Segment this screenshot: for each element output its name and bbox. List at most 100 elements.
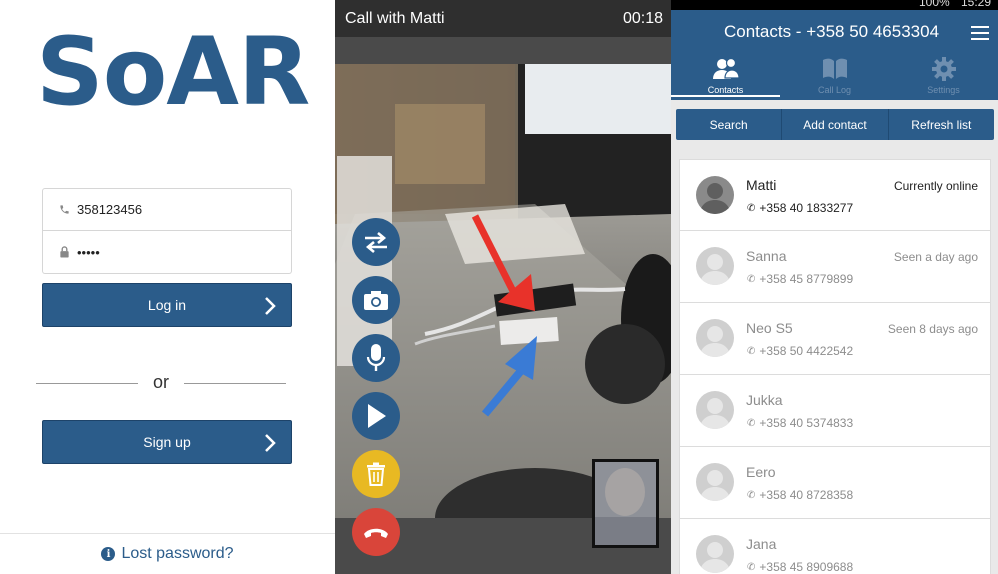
phone-number: +358 40 1833277: [759, 201, 854, 215]
tab-call-log[interactable]: Call Log: [780, 54, 889, 100]
call-screen: Call with Matti 00:18: [335, 0, 671, 574]
contact-phone: ✆ +358 50 4422542: [747, 344, 853, 358]
contacts-screen: 100% 15:29 Contacts - +358 50 4653304 Co…: [671, 0, 998, 574]
avatar: [696, 247, 734, 285]
contact-name: Jukka: [746, 392, 783, 408]
presence-status: Currently online: [893, 179, 978, 193]
password-value: •••••: [77, 244, 100, 260]
tab-settings[interactable]: Settings: [889, 54, 998, 100]
phone-number: +358 45 8779899: [759, 272, 854, 286]
contact-name: Sanna: [746, 248, 787, 264]
login-screen: SoAR 358123456 ••••• Log in or Sign up i…: [0, 0, 335, 574]
action-bar: Search Add contact Refresh list: [676, 109, 994, 140]
gear-icon: [929, 55, 959, 83]
call-subbar: [335, 37, 671, 64]
hangup-button[interactable]: [352, 508, 400, 556]
contact-phone: ✆ +358 40 1833277: [747, 201, 853, 215]
call-header: Call with Matti 00:18: [335, 0, 671, 37]
avatar: [696, 319, 734, 357]
chevron-right-icon: [265, 434, 276, 452]
login-label: Log in: [147, 297, 187, 313]
battery-level: 100%: [919, 0, 950, 9]
phone-number: +358 40 8728358: [759, 488, 854, 502]
contact-row-neo-s5[interactable]: Neo S5 ✆ +358 50 4422542 Seen 8 days ago: [679, 303, 991, 375]
phone-number: +358 45 8909688: [759, 560, 854, 574]
tab-contacts[interactable]: Contacts: [671, 54, 780, 100]
trash-icon: [367, 462, 385, 486]
app-bar: Contacts - +358 50 4653304 Contacts Call…: [671, 10, 998, 100]
microphone-icon: [366, 344, 386, 371]
or-divider: or: [36, 372, 286, 394]
contact-row-jukka[interactable]: Jukka ✆ +358 40 5374833: [679, 375, 991, 447]
play-button[interactable]: [352, 392, 400, 440]
contact-name: Matti: [746, 177, 777, 193]
divider-line: [184, 383, 286, 384]
presence-status: Seen 8 days ago: [887, 322, 978, 336]
tab-label: Settings: [927, 85, 960, 95]
contact-name: Eero: [746, 464, 776, 480]
contact-phone: ✆ +358 40 5374833: [747, 416, 853, 430]
contact-row-sanna[interactable]: Sanna ✆ +358 45 8779899 Seen a day ago: [679, 231, 991, 303]
phone-icon: ✆: [747, 489, 756, 501]
status-bar: 100% 15:29: [671, 0, 998, 10]
switch-camera-button[interactable]: [352, 218, 400, 266]
contact-name: Jana: [746, 536, 777, 552]
self-view: [595, 462, 656, 545]
clock: 15:29: [961, 0, 992, 9]
lock-icon: [57, 246, 71, 258]
phone-icon: ✆: [747, 417, 756, 429]
local-video-preview[interactable]: [592, 459, 659, 548]
signup-label: Sign up: [143, 434, 191, 450]
phone-number: +358 50 4422542: [759, 344, 854, 358]
chevron-right-icon: [265, 297, 276, 315]
page-title: Contacts - +358 50 4653304: [724, 22, 940, 41]
contact-phone: ✆ +358 40 8728358: [747, 488, 853, 502]
tab-label: Call Log: [817, 85, 852, 95]
refresh-list-button[interactable]: Refresh list: [889, 109, 994, 140]
screen: SoAR 358123456 ••••• Log in or Sign up i…: [0, 0, 998, 574]
hangup-icon: [364, 528, 388, 538]
phone-value: 358123456: [77, 202, 143, 217]
snapshot-button[interactable]: [352, 276, 400, 324]
contact-phone: ✆ +358 45 8779899: [747, 272, 853, 286]
login-button[interactable]: Log in: [42, 283, 292, 327]
phone-field[interactable]: 358123456: [42, 188, 292, 231]
info-icon: i: [101, 547, 116, 561]
contact-phone: ✆ +358 45 8909688: [747, 560, 853, 574]
menu-icon[interactable]: [971, 26, 989, 40]
call-timer: 00:18: [622, 9, 663, 27]
password-field[interactable]: •••••: [42, 231, 292, 274]
phone-icon: ✆: [747, 345, 756, 357]
swap-arrows-icon: [365, 232, 387, 253]
book-icon: [820, 55, 850, 83]
avatar: [696, 176, 734, 214]
add-contact-button[interactable]: Add contact: [782, 109, 889, 140]
contacts-icon: [711, 55, 741, 83]
lost-password-label: Lost password?: [121, 545, 234, 562]
phone-number: +358 40 5374833: [759, 416, 854, 430]
search-button[interactable]: Search: [676, 109, 783, 140]
mute-button[interactable]: [352, 334, 400, 382]
phone-icon: ✆: [747, 202, 756, 214]
tab-bar: Contacts Call Log Settings: [671, 54, 998, 100]
avatar: [696, 391, 734, 429]
avatar: [696, 535, 734, 573]
call-title: Call with Matti: [345, 9, 445, 27]
play-icon: [368, 404, 386, 428]
tab-label: Contacts: [707, 85, 744, 95]
camera-icon: [364, 291, 388, 310]
contact-row-matti[interactable]: Matti ✆ +358 40 1833277 Currently online: [679, 159, 991, 231]
phone-icon: ✆: [747, 561, 756, 573]
contact-list: Matti ✆ +358 40 1833277 Currently online …: [679, 159, 991, 574]
phone-icon: [57, 204, 71, 215]
signup-button[interactable]: Sign up: [42, 420, 292, 464]
contact-name: Neo S5: [746, 320, 793, 336]
avatar: [696, 463, 734, 501]
phone-icon: ✆: [747, 273, 756, 285]
lost-password-link[interactable]: i Lost password?: [0, 533, 335, 574]
contact-row-eero[interactable]: Eero ✆ +358 40 8728358: [679, 447, 991, 519]
app-logo: SoAR: [36, 18, 310, 127]
contact-row-jana[interactable]: Jana ✆ +358 45 8909688: [679, 519, 991, 574]
presence-status: Seen a day ago: [893, 250, 978, 264]
delete-drawing-button[interactable]: [352, 450, 400, 498]
